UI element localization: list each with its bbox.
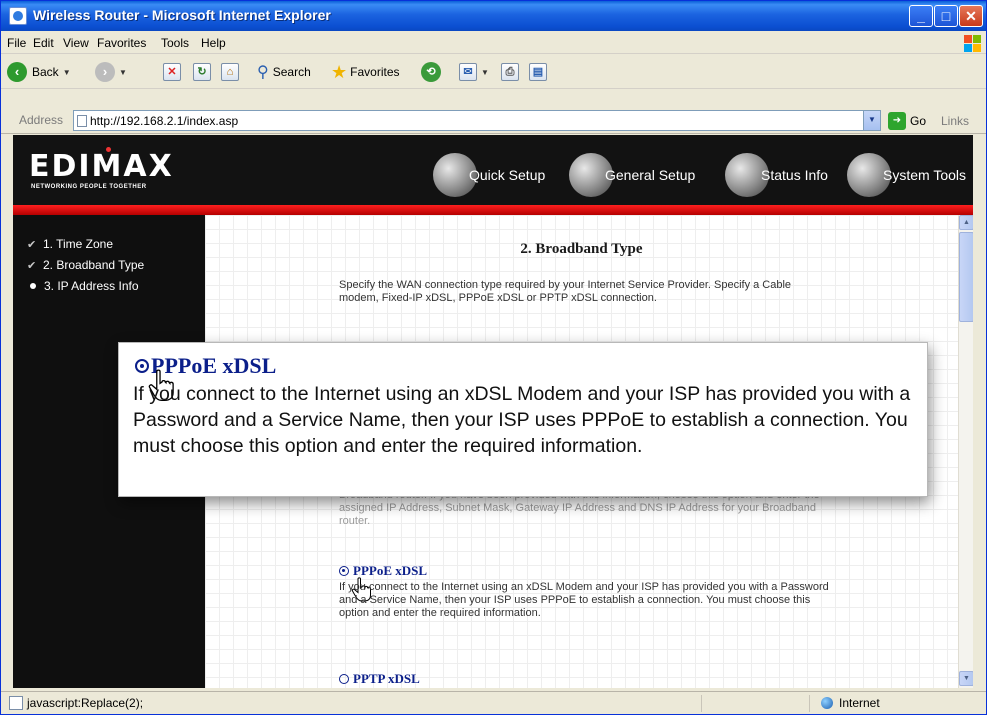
ie-icon [9, 7, 27, 25]
nav-system-tools[interactable]: System Tools [847, 153, 966, 197]
print-icon: ⎙ [501, 63, 519, 81]
print-button[interactable]: ⎙ [501, 62, 519, 82]
star-icon: ★ [331, 61, 348, 82]
internet-globe-icon [821, 697, 833, 709]
status-text: javascript:Replace(2); [27, 696, 144, 710]
menu-favorites[interactable]: Favorites [97, 36, 146, 50]
page-icon [77, 115, 87, 127]
menu-edit[interactable]: Edit [33, 36, 54, 50]
logo-dot [106, 147, 111, 152]
status-bar: javascript:Replace(2); Internet [1, 691, 986, 714]
menu-help[interactable]: Help [201, 36, 226, 50]
chevron-down-icon[interactable]: ▼ [863, 111, 880, 130]
window-title: Wireless Router - Microsoft Internet Exp… [33, 7, 331, 23]
sidebar-item-ip-address-info[interactable]: 3. IP Address Info [27, 279, 139, 293]
minimize-button[interactable]: _ [909, 5, 933, 27]
chevron-down-icon: ▼ [119, 67, 127, 77]
pppoe-radio[interactable] [339, 566, 349, 576]
back-button[interactable]: ‹ Back ▼ [7, 62, 71, 82]
nav-status-info[interactable]: Status Info [725, 153, 828, 197]
address-label: Address [19, 113, 64, 127]
home-button[interactable]: ⌂ [221, 62, 239, 82]
mail-button[interactable]: ✉ ▼ [459, 62, 489, 82]
pptp-option[interactable]: PPTP xDSL [339, 671, 420, 687]
favorites-button[interactable]: ★ Favorites [331, 62, 400, 82]
edit-page-icon: ▤ [529, 63, 547, 81]
forward-button[interactable]: › ▼ [95, 62, 127, 82]
menu-view[interactable]: View [63, 36, 89, 50]
go-button[interactable]: ➜ Go [888, 112, 926, 130]
address-input[interactable]: http://192.168.2.1/index.asp ▼ [73, 110, 881, 131]
status-divider [809, 695, 810, 712]
mail-icon: ✉ [459, 63, 477, 81]
menu-bar: File Edit View Favorites Tools Help [1, 32, 986, 54]
address-bar: Address http://192.168.2.1/index.asp ▼ ➜… [1, 108, 986, 134]
history-icon: ⟲ [421, 62, 441, 82]
close-button[interactable]: ✕ [959, 5, 983, 27]
vertical-scrollbar[interactable]: ▲ ▼ [958, 215, 973, 688]
history-button[interactable]: ⟲ [421, 62, 441, 82]
browser-window: Wireless Router - Microsoft Internet Exp… [0, 0, 987, 715]
edit-button[interactable]: ▤ [529, 62, 547, 82]
home-icon: ⌂ [221, 63, 239, 81]
back-arrow-icon: ‹ [7, 62, 27, 82]
sidebar-item-time-zone[interactable]: ✔ 1. Time Zone [27, 237, 113, 251]
scroll-down-arrow-icon[interactable]: ▼ [959, 671, 973, 686]
pppoe-description: If you connect to the Internet using an … [339, 581, 829, 619]
pptp-radio[interactable] [339, 674, 349, 684]
menu-tools[interactable]: Tools [161, 36, 189, 50]
search-button[interactable]: ⚲ Search [257, 62, 311, 82]
stop-icon: ✕ [163, 63, 181, 81]
search-icon: ⚲ [257, 64, 269, 81]
menu-file[interactable]: File [7, 36, 26, 50]
toolbar: ‹ Back ▼ › ▼ ✕ ↻ ⌂ ⚲ Search ★ Favorites … [1, 55, 986, 89]
links-button[interactable]: Links [941, 114, 969, 128]
page-icon [9, 696, 23, 710]
title-bar[interactable]: Wireless Router - Microsoft Internet Exp… [1, 1, 986, 31]
scroll-thumb[interactable] [959, 232, 973, 322]
bullet-icon [30, 283, 36, 289]
address-url: http://192.168.2.1/index.asp [90, 114, 239, 128]
zoom-callout: PPPoE xDSL If you connect to the Interne… [118, 342, 928, 497]
page-title: 2. Broadband Type [520, 241, 643, 257]
forward-arrow-icon: › [95, 62, 115, 82]
sidebar-item-broadband-type[interactable]: ✔ 2. Broadband Type [27, 258, 144, 272]
edimax-banner: EDIMAX NETWORKING PEOPLE TOGETHER Quick … [13, 135, 973, 205]
checkmark-icon: ✔ [27, 238, 37, 251]
chevron-down-icon: ▼ [62, 67, 71, 77]
refresh-button[interactable]: ↻ [193, 62, 211, 82]
callout-description: If you connect to the Internet using an … [133, 383, 911, 457]
security-zone: Internet [821, 696, 880, 710]
chevron-down-icon: ▼ [481, 67, 489, 77]
scroll-up-arrow-icon[interactable]: ▲ [959, 215, 973, 230]
stop-button[interactable]: ✕ [163, 62, 181, 82]
edimax-logo: EDIMAX [29, 149, 174, 184]
nav-general-setup[interactable]: General Setup [569, 153, 695, 197]
maximize-button[interactable]: □ [934, 5, 958, 27]
windows-logo-icon [963, 34, 981, 52]
checkmark-icon: ✔ [27, 259, 37, 272]
red-divider [13, 205, 973, 215]
refresh-icon: ↻ [193, 63, 211, 81]
logo-tagline: NETWORKING PEOPLE TOGETHER [31, 184, 147, 190]
status-divider [701, 695, 702, 712]
nav-quick-setup[interactable]: Quick Setup [433, 153, 545, 197]
intro-text: Specify the WAN connection type required… [339, 279, 792, 304]
go-arrow-icon: ➜ [888, 112, 906, 130]
